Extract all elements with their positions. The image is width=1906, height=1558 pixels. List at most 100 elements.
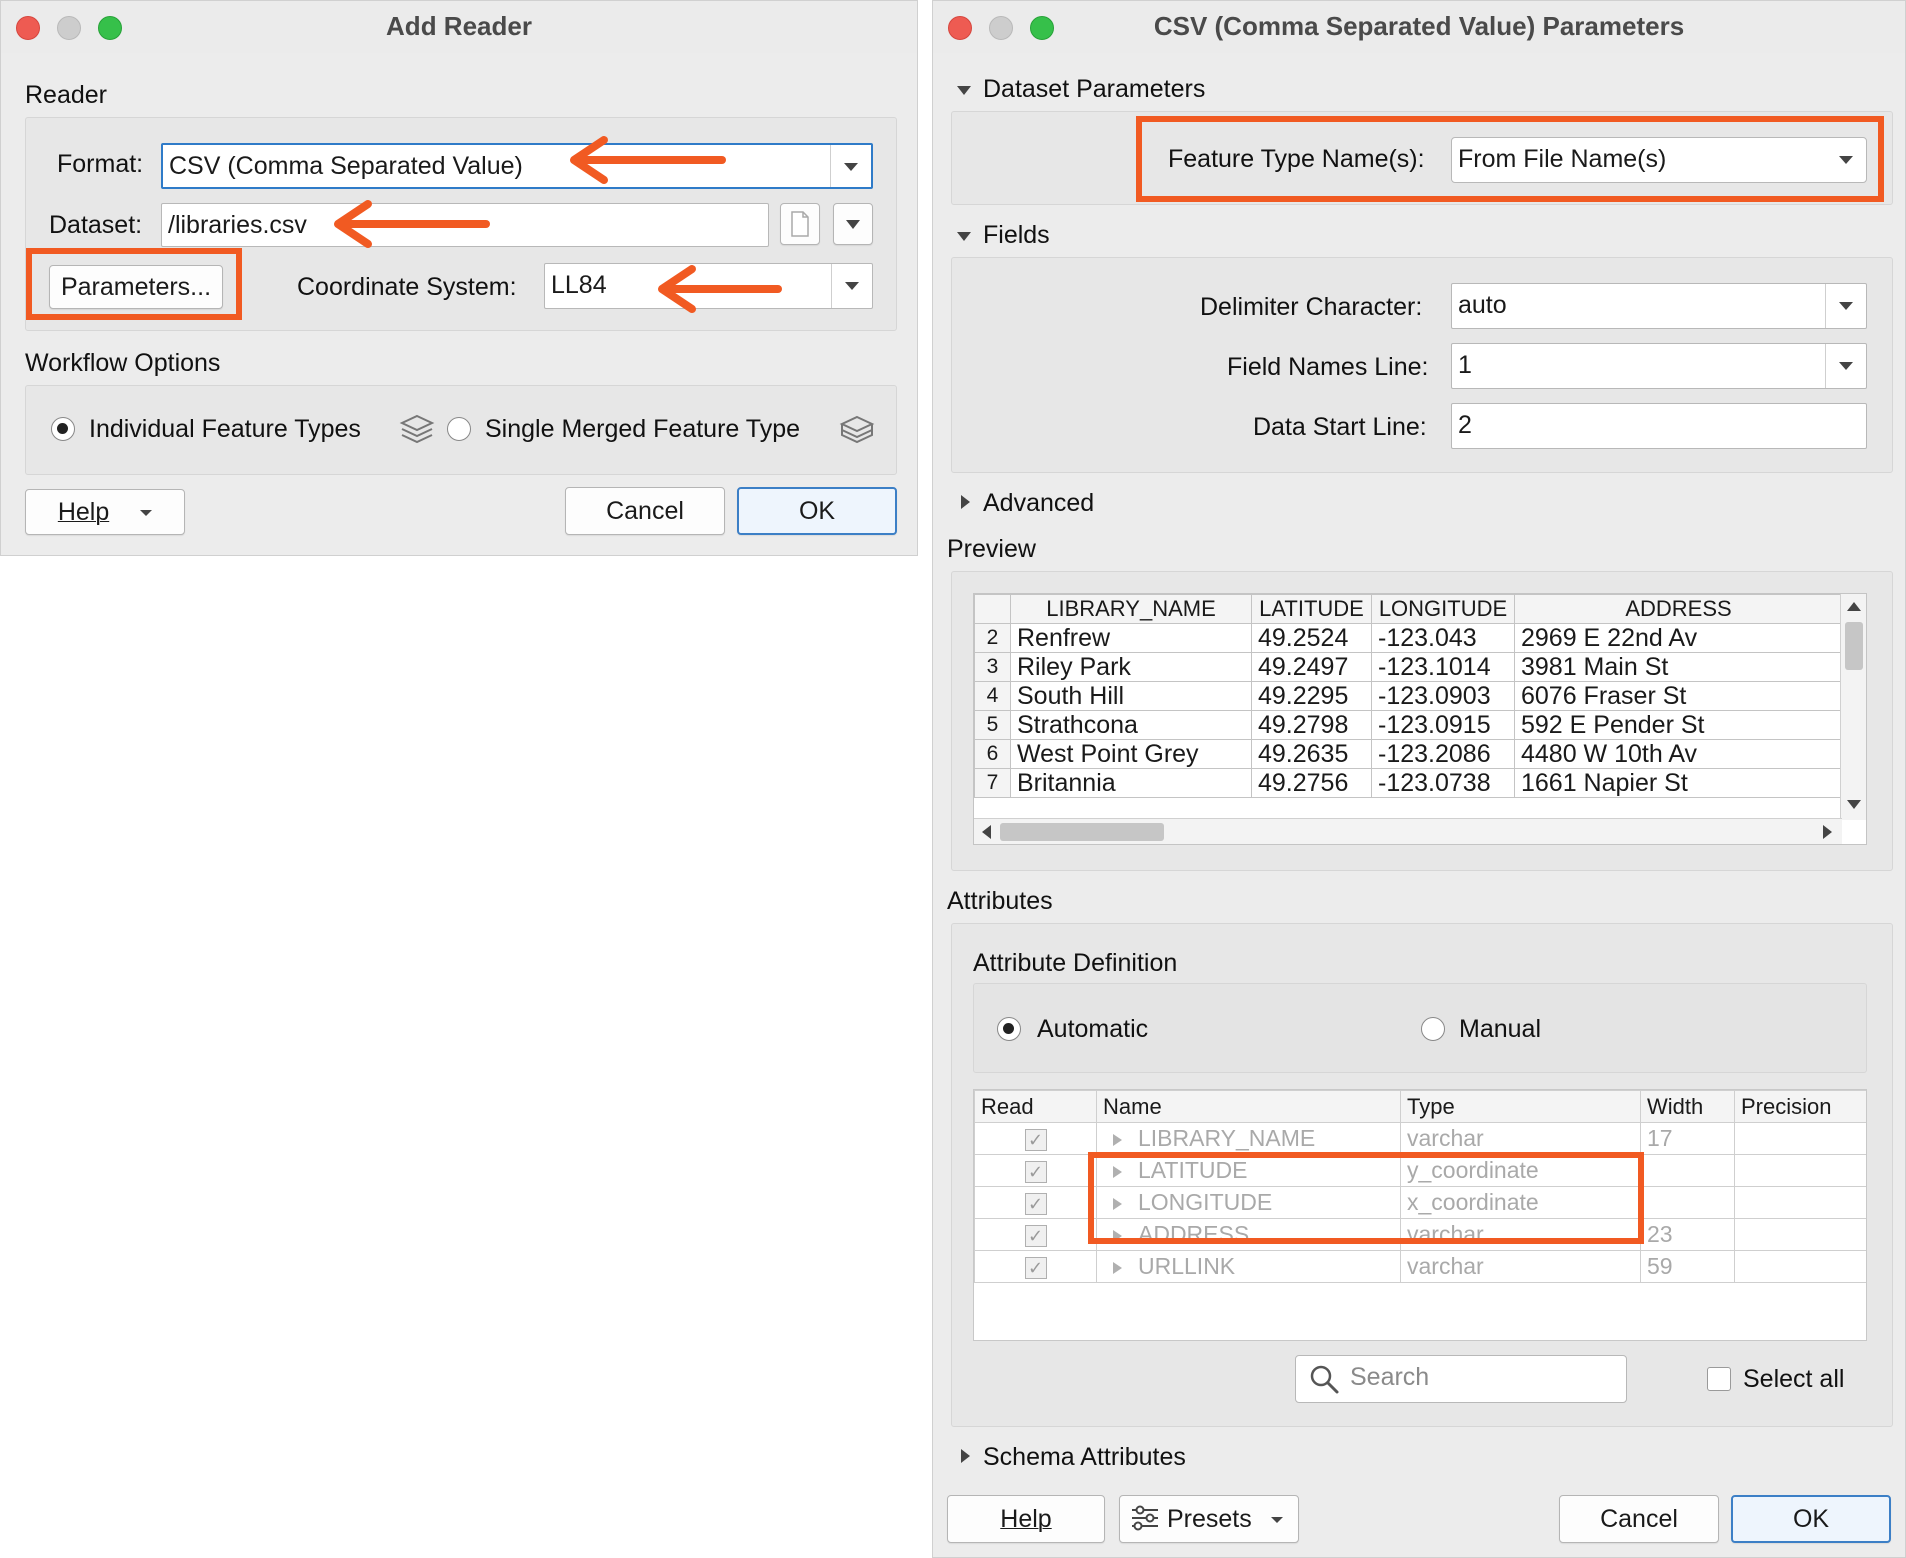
preview-vertical-scrollbar[interactable] [1840, 594, 1866, 820]
select-all-checkbox[interactable] [1707, 1367, 1731, 1391]
fields-section[interactable]: Fields [983, 221, 1050, 250]
read-checkbox[interactable]: ✓ [1024, 1257, 1047, 1279]
attribute-column-header[interactable]: Type [1400, 1090, 1641, 1123]
preview-corner-cell [974, 594, 1011, 624]
attribute-width: 59 [1640, 1250, 1735, 1283]
scroll-down-icon[interactable] [1847, 800, 1861, 809]
read-checkbox[interactable]: ✓ [1024, 1129, 1047, 1151]
help-button[interactable]: Help [947, 1495, 1105, 1543]
preview-cell: 49.2524 [1251, 623, 1372, 653]
preview-row[interactable]: 2 Renfrew 49.2524 -123.043 2969 E 22nd A… [974, 623, 1843, 653]
expand-icon[interactable] [961, 495, 970, 509]
search-input[interactable]: Search [1295, 1355, 1627, 1403]
search-icon [1310, 1365, 1339, 1394]
attribute-name: LIBRARY_NAME [1138, 1125, 1316, 1151]
data-start-line-input[interactable]: 2 [1451, 403, 1867, 449]
preview-row[interactable]: 5 Strathcona 49.2798 -123.0915 592 E Pen… [974, 710, 1843, 740]
row-number: 6 [974, 739, 1011, 769]
preview-column-header[interactable]: LONGITUDE [1371, 594, 1515, 624]
preview-cell: 592 E Pender St [1514, 710, 1843, 740]
single-merged-feature-type-radio[interactable] [447, 417, 471, 441]
advanced-section[interactable]: Advanced [983, 489, 1094, 518]
manual-label[interactable]: Manual [1459, 1015, 1541, 1044]
attribute-column-header[interactable]: Name [1096, 1090, 1401, 1123]
preview-cell: 49.2635 [1251, 739, 1372, 769]
presets-dropdown-icon [1270, 1517, 1283, 1524]
presets-label: Presets [1166, 1505, 1252, 1533]
preview-cell: 3981 Main St [1514, 652, 1843, 682]
collapse-icon[interactable] [957, 232, 971, 241]
preview-column-header[interactable]: LIBRARY_NAME [1010, 594, 1252, 624]
coordinate-attributes-highlight-box [1088, 1152, 1644, 1244]
preview-horizontal-scrollbar[interactable] [974, 818, 1842, 844]
attribute-row[interactable]: ✓ LIBRARY_NAME varchar 17 [974, 1122, 1866, 1155]
preview-cell: 2969 E 22nd Av [1514, 623, 1843, 653]
cancel-button[interactable]: Cancel [1559, 1495, 1719, 1543]
preview-cell: 49.2497 [1251, 652, 1372, 682]
select-all-label[interactable]: Select all [1743, 1365, 1844, 1394]
preview-cell: -123.0915 [1371, 710, 1515, 740]
help-dropdown-icon [140, 510, 153, 517]
preview-column-header[interactable]: LATITUDE [1251, 594, 1372, 624]
presets-button[interactable]: Presets [1119, 1495, 1299, 1543]
individual-feature-types-label[interactable]: Individual Feature Types [89, 415, 361, 444]
scroll-right-icon[interactable] [1823, 825, 1832, 839]
help-label: Help [1000, 1505, 1052, 1533]
delimiter-character-combobox[interactable]: auto [1451, 283, 1867, 329]
search-placeholder: Search [1350, 1363, 1430, 1391]
delimiter-character-label: Delimiter Character: [1200, 293, 1423, 321]
preview-row[interactable]: 6 West Point Grey 49.2635 -123.2086 4480… [974, 739, 1843, 769]
scroll-up-icon[interactable] [1847, 602, 1861, 611]
help-label: Help [57, 498, 110, 526]
attribute-precision [1734, 1154, 1866, 1187]
collapse-icon[interactable] [957, 86, 971, 95]
preview-table-container[interactable]: LIBRARY_NAME LATITUDE LONGITUDE ADDRESS … [973, 593, 1867, 845]
ok-button[interactable]: OK [737, 487, 897, 535]
dataset-parameters-section[interactable]: Dataset Parameters [983, 75, 1205, 104]
attribute-row[interactable]: ✓ URLLINK varchar 59 [974, 1250, 1866, 1283]
preview-header-row: LIBRARY_NAME LATITUDE LONGITUDE ADDRESS [974, 594, 1843, 624]
preview-cell: Riley Park [1010, 652, 1252, 682]
preview-column-header[interactable]: ADDRESS [1514, 594, 1843, 624]
preview-section: Preview [947, 535, 1036, 563]
field-names-line-value: 1 [1458, 351, 1472, 379]
preview-cell: -123.0738 [1371, 768, 1515, 798]
read-checkbox[interactable]: ✓ [1024, 1193, 1047, 1215]
field-names-line-label: Field Names Line: [1227, 353, 1429, 381]
preview-row[interactable]: 4 South Hill 49.2295 -123.0903 6076 Fras… [974, 681, 1843, 711]
field-names-line-dropdown-arrow[interactable] [1825, 344, 1866, 388]
attribute-column-header[interactable]: Width [1640, 1090, 1735, 1123]
cancel-button[interactable]: Cancel [565, 487, 725, 535]
single-merged-feature-type-label[interactable]: Single Merged Feature Type [485, 415, 800, 444]
manual-radio[interactable] [1421, 1017, 1445, 1041]
row-number: 3 [974, 652, 1011, 682]
preview-row[interactable]: 3 Riley Park 49.2497 -123.1014 3981 Main… [974, 652, 1843, 682]
expand-icon[interactable] [961, 1449, 970, 1463]
delimiter-dropdown-arrow[interactable] [1825, 284, 1866, 328]
expand-row-icon[interactable] [1113, 1262, 1122, 1274]
field-names-line-combobox[interactable]: 1 [1451, 343, 1867, 389]
attribute-column-header[interactable]: Read [974, 1090, 1097, 1123]
automatic-label[interactable]: Automatic [1037, 1015, 1148, 1044]
schema-attributes-section[interactable]: Schema Attributes [983, 1443, 1186, 1472]
help-button[interactable]: Help [25, 489, 185, 535]
data-start-line-label: Data Start Line: [1253, 413, 1427, 441]
expand-row-icon[interactable] [1113, 1134, 1122, 1146]
automatic-radio[interactable] [997, 1017, 1021, 1041]
preview-cell: 49.2295 [1251, 681, 1372, 711]
horizontal-scroll-thumb[interactable] [1000, 823, 1164, 841]
ok-button[interactable]: OK [1731, 1495, 1891, 1543]
attribute-definition-label: Attribute Definition [973, 949, 1178, 977]
attribute-precision [1734, 1186, 1866, 1219]
preview-row[interactable]: 7 Britannia 49.2756 -123.0738 1661 Napie… [974, 768, 1843, 798]
feature-types-stack-icon [399, 414, 435, 444]
scroll-left-icon[interactable] [982, 825, 991, 839]
read-checkbox[interactable]: ✓ [1024, 1225, 1047, 1247]
individual-feature-types-radio[interactable] [51, 417, 75, 441]
vertical-scroll-thumb[interactable] [1845, 622, 1863, 670]
attribute-column-header[interactable]: Precision [1734, 1090, 1866, 1123]
read-checkbox[interactable]: ✓ [1024, 1161, 1047, 1183]
attribute-name: URLLINK [1138, 1253, 1236, 1279]
row-number: 2 [974, 623, 1011, 653]
preview-cell: -123.1014 [1371, 652, 1515, 682]
